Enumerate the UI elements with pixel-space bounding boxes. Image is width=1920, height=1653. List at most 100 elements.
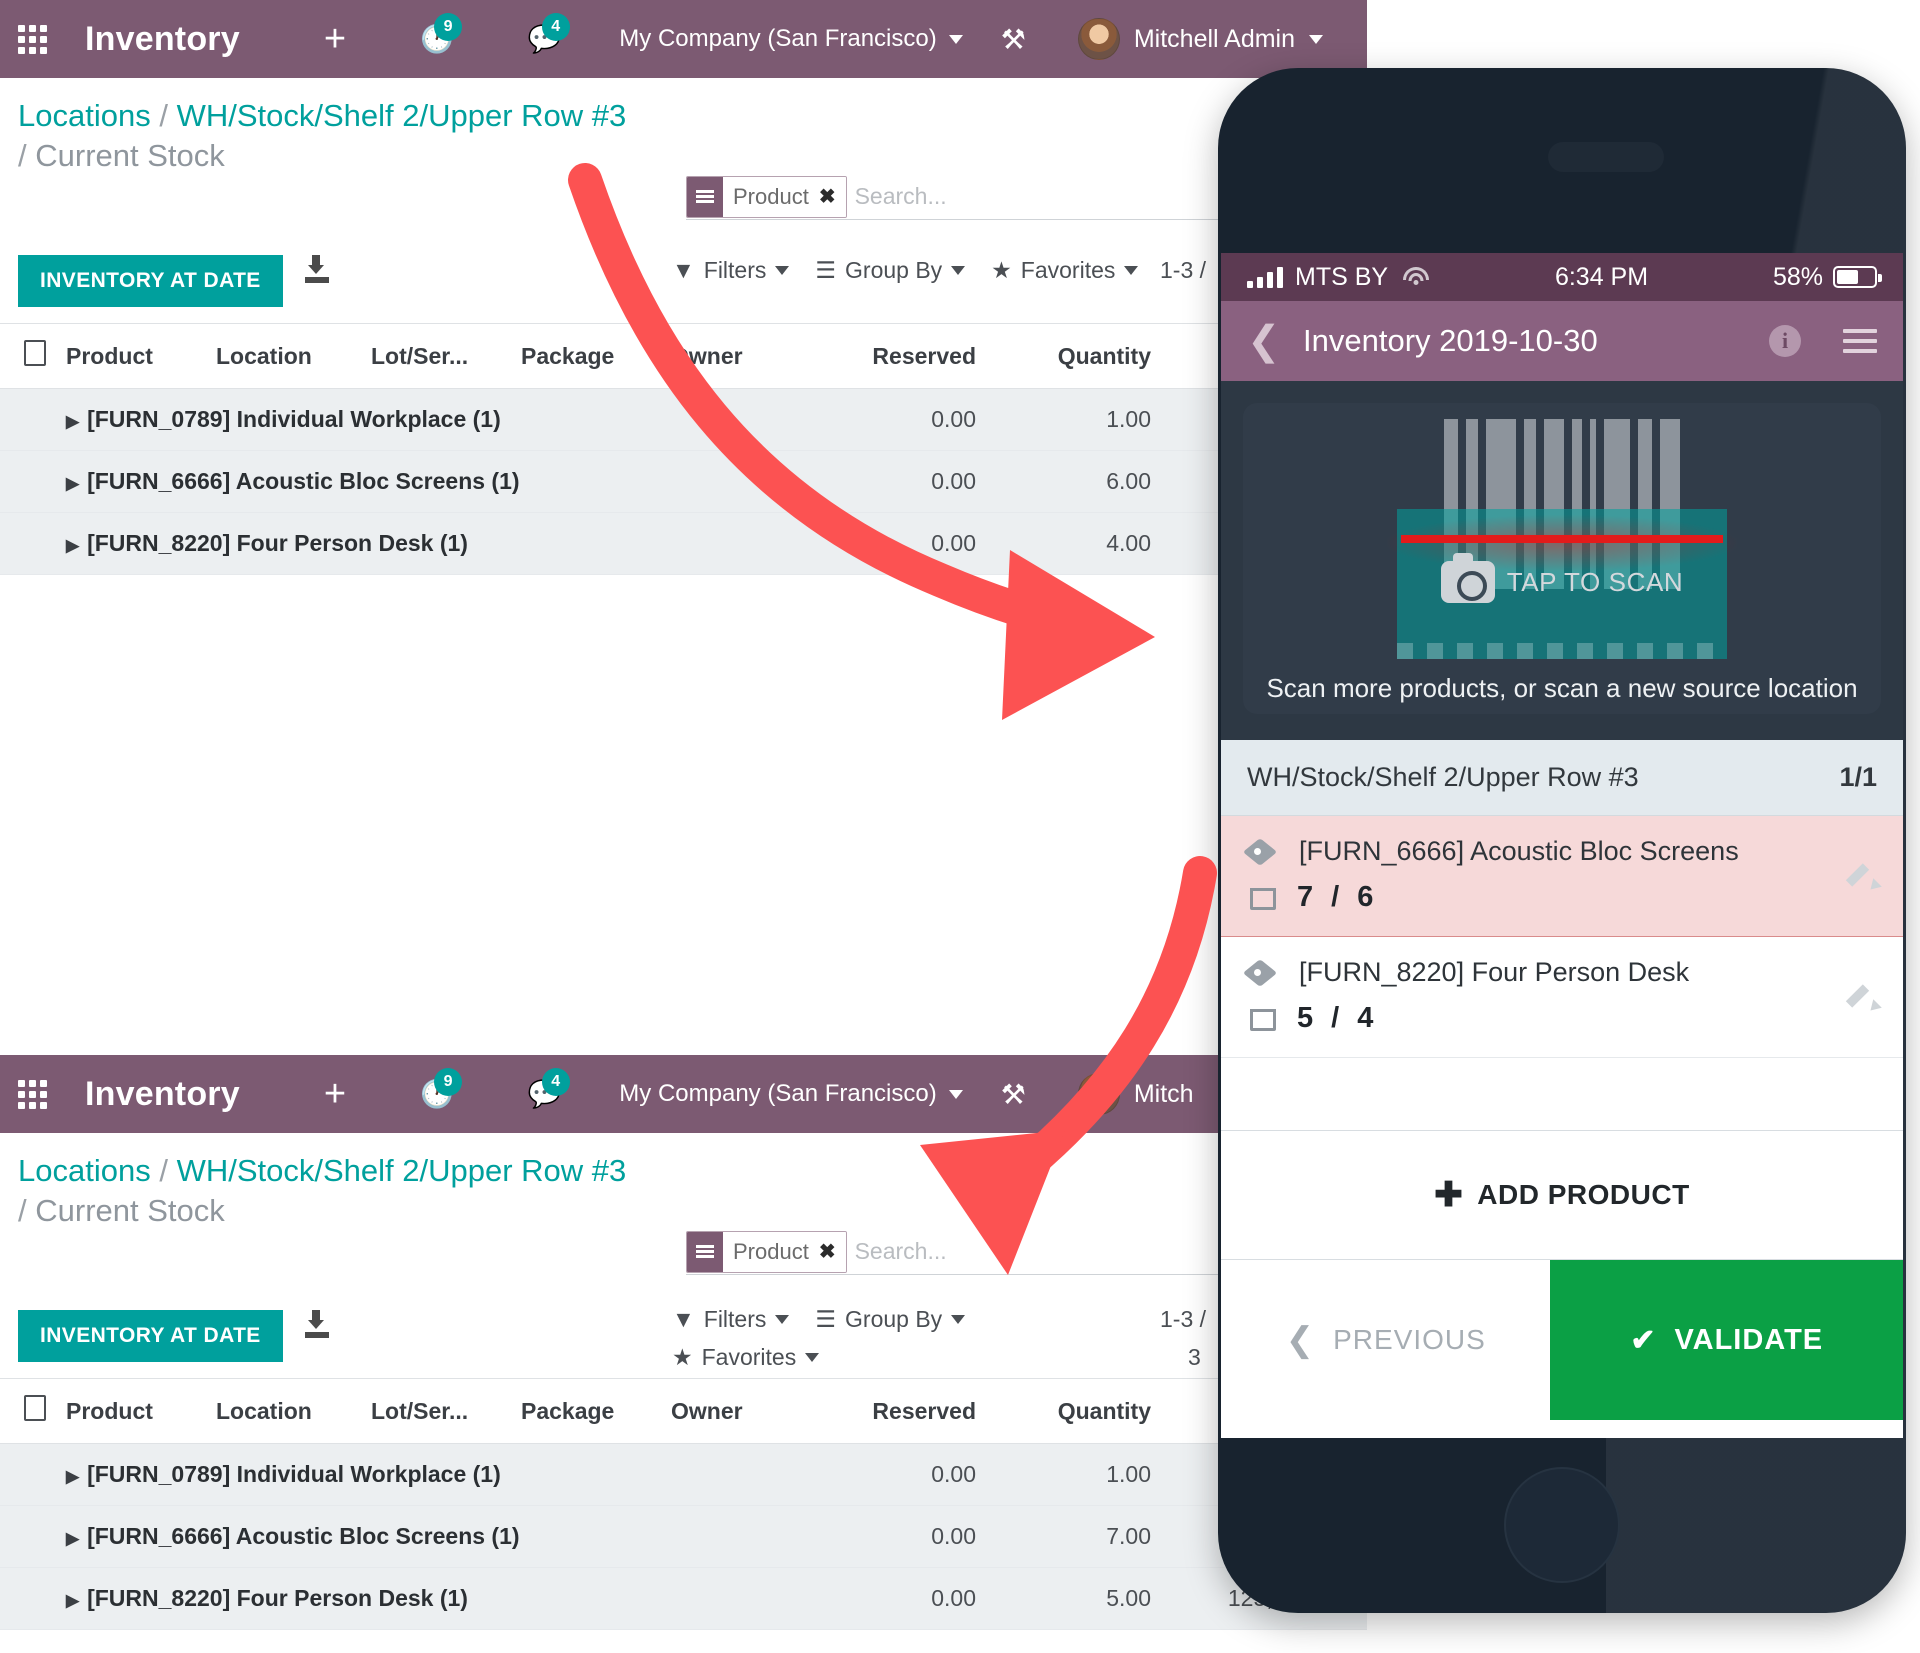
user-menu[interactable]: Mitchell Admin (1077, 18, 1324, 60)
download-icon[interactable] (304, 1310, 331, 1339)
close-icon[interactable]: ✖ (819, 1239, 836, 1264)
table-row[interactable]: ▶ [FURN_0789] Individual Workplace (1) 0.… (0, 388, 1367, 452)
column-owner[interactable]: Owner (661, 323, 811, 390)
user-menu[interactable]: Mitch (1077, 1073, 1194, 1115)
developer-tools-icon[interactable]: ⚒ (1001, 23, 1026, 56)
group-by-dropdown[interactable]: ☰ Group By (815, 1306, 966, 1333)
info-icon[interactable]: i (1769, 325, 1801, 357)
select-all-checkbox[interactable] (0, 1378, 56, 1445)
cell-product[interactable]: ▶ [FURN_0789] Individual Workplace (1) (56, 1443, 811, 1507)
company-switcher[interactable]: My Company (San Francisco) (619, 1080, 963, 1108)
column-quantity[interactable]: Quantity (986, 1378, 1161, 1445)
developer-tools-icon[interactable]: ⚒ (1001, 1078, 1026, 1111)
select-all-checkbox[interactable] (0, 323, 56, 390)
cell-product[interactable]: ▶ [FURN_6666] Acoustic Bloc Screens (1) (56, 1505, 811, 1569)
cell-product[interactable]: ▶ [FURN_0789] Individual Workplace (1) (56, 388, 811, 452)
messages-menu[interactable]: 💬 4 (528, 12, 570, 53)
company-switcher[interactable]: My Company (San Francisco) (619, 25, 963, 53)
cell-product[interactable]: ▶ [FURN_8220] Four Person Desk (1) (56, 512, 811, 576)
table-row[interactable]: ▶ [FURN_6666] Acoustic Bloc Screens (1) 0… (0, 1505, 1367, 1569)
inventory-at-date-button[interactable]: INVENTORY AT DATE (18, 255, 283, 308)
column-location[interactable]: Location (206, 1378, 361, 1445)
table-row[interactable]: ▶ [FURN_8220] Four Person Desk (1) 0.00 4… (0, 512, 1367, 576)
column-owner[interactable]: Owner (661, 1378, 811, 1445)
table-row[interactable]: ▶ [FURN_0789] Individual Workplace (1) 0.… (0, 1443, 1367, 1507)
close-icon[interactable]: ✖ (819, 184, 836, 209)
control-row-top: INVENTORY AT DATE ▼ Filters ☰ Group By ★ Fa… (0, 245, 1367, 308)
column-lot-serial[interactable]: Lot/Ser... (361, 1378, 511, 1445)
activities-menu[interactable]: 🕐 9 (420, 12, 463, 53)
favorites-dropdown[interactable]: ★ Favorites (672, 1344, 820, 1371)
column-reserved[interactable]: Reserved (811, 323, 986, 390)
filters-dropdown[interactable]: ▼ Filters (672, 257, 790, 284)
expand-triangle-icon[interactable]: ▶ (66, 474, 79, 493)
chevron-left-icon[interactable]: ❮ (1247, 321, 1303, 361)
search-facet-product[interactable]: Product ✖ (686, 1230, 847, 1273)
facet-label: Product (733, 1238, 809, 1264)
home-button[interactable] (1504, 1467, 1620, 1583)
line-qty-todo: 6 (1357, 881, 1374, 913)
apps-grid-icon[interactable] (18, 1079, 47, 1109)
search-input[interactable]: Search... (855, 183, 947, 210)
breadcrumb-location[interactable]: WH/Stock/Shelf 2/Upper Row #3 (177, 98, 627, 133)
column-package[interactable]: Package (511, 1378, 661, 1445)
column-location[interactable]: Location (206, 323, 361, 390)
column-product[interactable]: Product (56, 323, 206, 390)
cell-quantity: 4.00 (986, 512, 1161, 576)
expand-triangle-icon[interactable]: ▶ (66, 1591, 79, 1610)
new-record-button[interactable]: + (324, 20, 346, 58)
validate-button[interactable]: ✔ VALIDATE (1550, 1260, 1903, 1420)
control-row-bottom: INVENTORY AT DATE ▼ Filters ☰ Group By ★ Fa… (0, 1300, 1367, 1370)
column-package[interactable]: Package (511, 323, 661, 390)
chevron-down-icon (805, 1353, 820, 1363)
expand-triangle-icon[interactable]: ▶ (66, 412, 79, 431)
search-input[interactable]: Search... (855, 1238, 947, 1265)
expand-triangle-icon[interactable]: ▶ (66, 1529, 79, 1548)
group-by-label: Group By (845, 257, 943, 284)
column-product[interactable]: Product (56, 1378, 206, 1445)
cell-quantity: 7.00 (986, 1505, 1161, 1569)
column-quantity[interactable]: Quantity (986, 323, 1161, 390)
group-by-dropdown[interactable]: ☰ Group By (815, 257, 966, 284)
cell-product[interactable]: ▶ [FURN_6666] Acoustic Bloc Screens (1) (56, 450, 811, 514)
odoo-window-top: Inventory + 🕐 9 💬 4 My Company (San Fran… (0, 0, 1367, 860)
column-reserved[interactable]: Reserved (811, 1378, 986, 1445)
messages-menu[interactable]: 💬 4 (528, 1067, 570, 1108)
favorites-dropdown[interactable]: ★ Favorites (991, 257, 1139, 284)
battery-percent-label: 58% (1772, 262, 1823, 291)
download-icon[interactable] (304, 255, 331, 284)
add-product-button[interactable]: ✚ ADD PRODUCT (1221, 1130, 1903, 1260)
new-record-button[interactable]: + (324, 1075, 346, 1113)
cell-reserved: 0.00 (811, 450, 986, 514)
breadcrumb-location[interactable]: WH/Stock/Shelf 2/Upper Row #3 (177, 1153, 627, 1188)
edit-pencil-icon[interactable] (1845, 859, 1882, 894)
table-row[interactable]: ▶ [FURN_6666] Acoustic Bloc Screens (1) 0… (0, 450, 1367, 514)
list-item[interactable]: [FURN_8220] Four Person Desk 5 / 4 (1221, 937, 1903, 1058)
pager-bottom-line1[interactable]: 1-3 / (1160, 1306, 1206, 1333)
phone-app-bar: ❮ Inventory 2019-10-30 i (1221, 301, 1903, 381)
expand-triangle-icon[interactable]: ▶ (66, 1467, 79, 1486)
scan-card[interactable]: TAP TO SCAN Scan more products, or scan … (1243, 403, 1881, 714)
pager-top[interactable]: 1-3 / (1160, 257, 1206, 284)
list-item[interactable]: [FURN_6666] Acoustic Bloc Screens 7 / 6 (1221, 816, 1903, 937)
breadcrumb-root[interactable]: Locations (18, 98, 151, 133)
source-location-row[interactable]: WH/Stock/Shelf 2/Upper Row #3 1/1 (1221, 740, 1903, 816)
tap-to-scan-row[interactable]: TAP TO SCAN (1397, 553, 1727, 603)
previous-button[interactable]: ❮ PREVIOUS (1221, 1260, 1551, 1420)
filters-dropdown[interactable]: ▼ Filters (672, 1306, 790, 1333)
chevron-down-icon (775, 1315, 790, 1325)
breadcrumb-root[interactable]: Locations (18, 1153, 151, 1188)
edit-pencil-icon[interactable] (1845, 980, 1882, 1015)
hamburger-icon[interactable] (1843, 329, 1877, 353)
apps-grid-icon[interactable] (18, 24, 47, 54)
phone-scan-area[interactable]: TAP TO SCAN Scan more products, or scan … (1221, 381, 1903, 740)
table-row[interactable]: ▶ [FURN_8220] Four Person Desk (1) 0.00 5… (0, 1567, 1367, 1631)
expand-triangle-icon[interactable]: ▶ (66, 536, 79, 555)
odoo-body-top: Locations / WH/Stock/Shelf 2/Upper Row #… (0, 78, 1367, 860)
column-lot-serial[interactable]: Lot/Ser... (361, 323, 511, 390)
search-facet-product[interactable]: Product ✖ (686, 175, 847, 218)
activities-menu[interactable]: 🕐 9 (420, 1067, 463, 1108)
filters-label: Filters (703, 1306, 767, 1333)
cell-product[interactable]: ▶ [FURN_8220] Four Person Desk (1) (56, 1567, 811, 1631)
inventory-at-date-button[interactable]: INVENTORY AT DATE (18, 1310, 283, 1363)
